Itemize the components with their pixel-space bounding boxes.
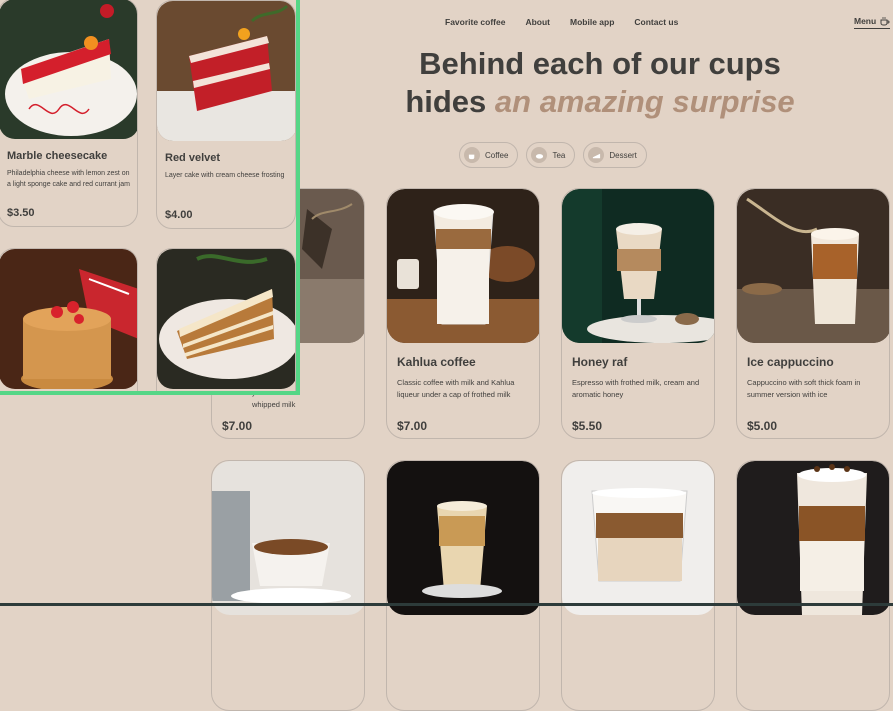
product-image: [387, 461, 539, 615]
tab-dessert[interactable]: Dessert: [583, 142, 647, 168]
product-image: [157, 1, 295, 141]
product-description: Classic coffee with milk and Kahlua liqu…: [397, 378, 515, 399]
product-image: [157, 249, 295, 389]
product-card[interactable]: Marble cheesecake Philadelphia cheese wi…: [0, 0, 138, 227]
product-name: Kahlua coffee: [397, 355, 476, 369]
product-image: [562, 461, 714, 615]
product-card[interactable]: Red velvet Layer cake with cream cheese …: [156, 0, 296, 229]
hero-line-2: hides: [405, 84, 495, 119]
menu-label: Menu: [854, 16, 877, 26]
product-image: [387, 189, 539, 343]
coffee-cup-icon: [464, 147, 480, 163]
dessert-icon: [588, 147, 605, 163]
menu-button[interactable]: Menu: [854, 16, 891, 29]
tab-coffee[interactable]: Coffee: [459, 142, 519, 168]
category-tabs: Coffee Tea Dessert: [459, 142, 647, 168]
product-description: Philadelphia cheese with lemon zest on a…: [7, 170, 130, 188]
product-price: $5.00: [747, 419, 778, 433]
product-price: $7.00: [222, 419, 253, 433]
hero-accent: an amazing surprise: [494, 84, 795, 119]
product-description: Layer cake with cream cheese frosting: [165, 172, 285, 179]
product-card[interactable]: [211, 460, 365, 711]
product-description: Espresso with frothed milk, cream and ar…: [572, 378, 700, 399]
main-nav: Favorite coffee About Mobile app Contact…: [445, 17, 678, 27]
tab-label: Coffee: [485, 150, 509, 160]
nav-about[interactable]: About: [525, 17, 550, 27]
tab-tea[interactable]: Tea: [526, 142, 576, 168]
product-image: [737, 189, 889, 343]
product-price: $5.50: [572, 419, 603, 433]
product-image: [212, 461, 364, 615]
nav-contact-us[interactable]: Contact us: [634, 17, 678, 27]
nav-favorite-coffee[interactable]: Favorite coffee: [445, 17, 505, 27]
product-name: Red velvet: [165, 152, 221, 164]
product-price: $7.00: [397, 419, 428, 433]
product-card[interactable]: [386, 460, 540, 711]
product-card[interactable]: [0, 248, 138, 391]
product-price: $3.50: [7, 207, 35, 219]
dessert-preview-panel: Marble cheesecake Philadelphia cheese wi…: [0, 0, 300, 395]
product-name: Ice cappuccino: [747, 355, 834, 369]
product-image: [737, 461, 889, 615]
hero-line-1: Behind each of our cups: [419, 46, 781, 81]
product-image: [562, 189, 714, 343]
product-card[interactable]: Ice cappuccino Cappuccino with soft thic…: [736, 188, 890, 439]
product-description: Cappuccino with soft thick foam in summe…: [747, 378, 861, 399]
product-name: Marble cheesecake: [7, 150, 108, 162]
hero-heading: Behind each of our cups hides an amazing…: [300, 45, 893, 121]
product-image: [0, 0, 137, 139]
product-card[interactable]: [561, 460, 715, 711]
product-card[interactable]: Kahlua coffee Classic coffee with milk a…: [386, 188, 540, 439]
tea-icon: [531, 147, 548, 163]
product-card[interactable]: [156, 248, 296, 391]
product-image: [0, 249, 137, 389]
product-price: $4.00: [165, 209, 193, 221]
product-card[interactable]: [736, 460, 890, 711]
product-card[interactable]: Honey raf Espresso with frothed milk, cr…: [561, 188, 715, 439]
coffee-cup-icon: [880, 16, 890, 26]
nav-mobile-app[interactable]: Mobile app: [570, 17, 614, 27]
tab-label: Dessert: [609, 150, 637, 160]
product-name: Honey raf: [572, 355, 628, 369]
tab-label: Tea: [552, 150, 566, 160]
